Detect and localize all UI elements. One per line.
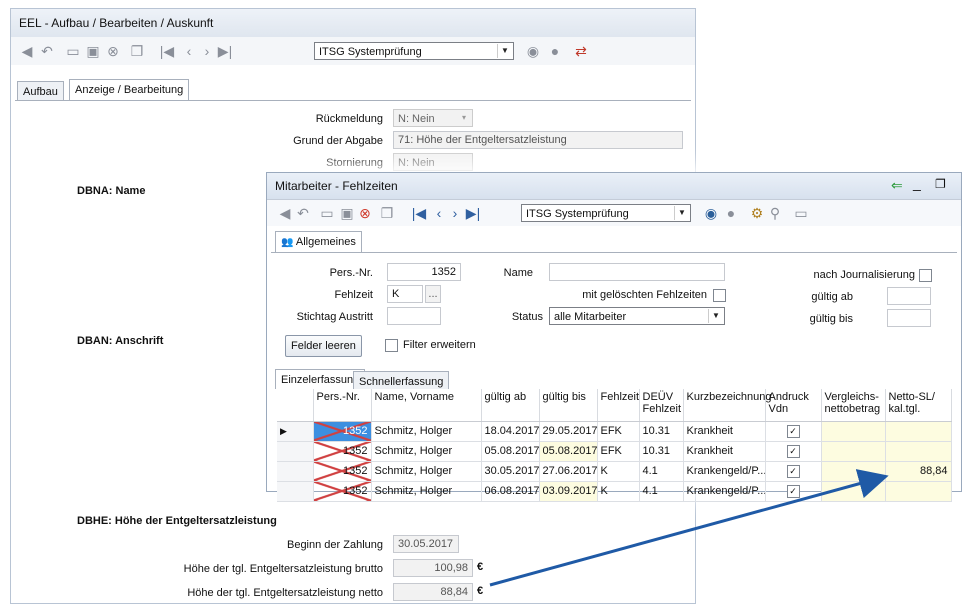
annotation-arrow: [489, 469, 889, 587]
arrow-line: [489, 469, 889, 587]
